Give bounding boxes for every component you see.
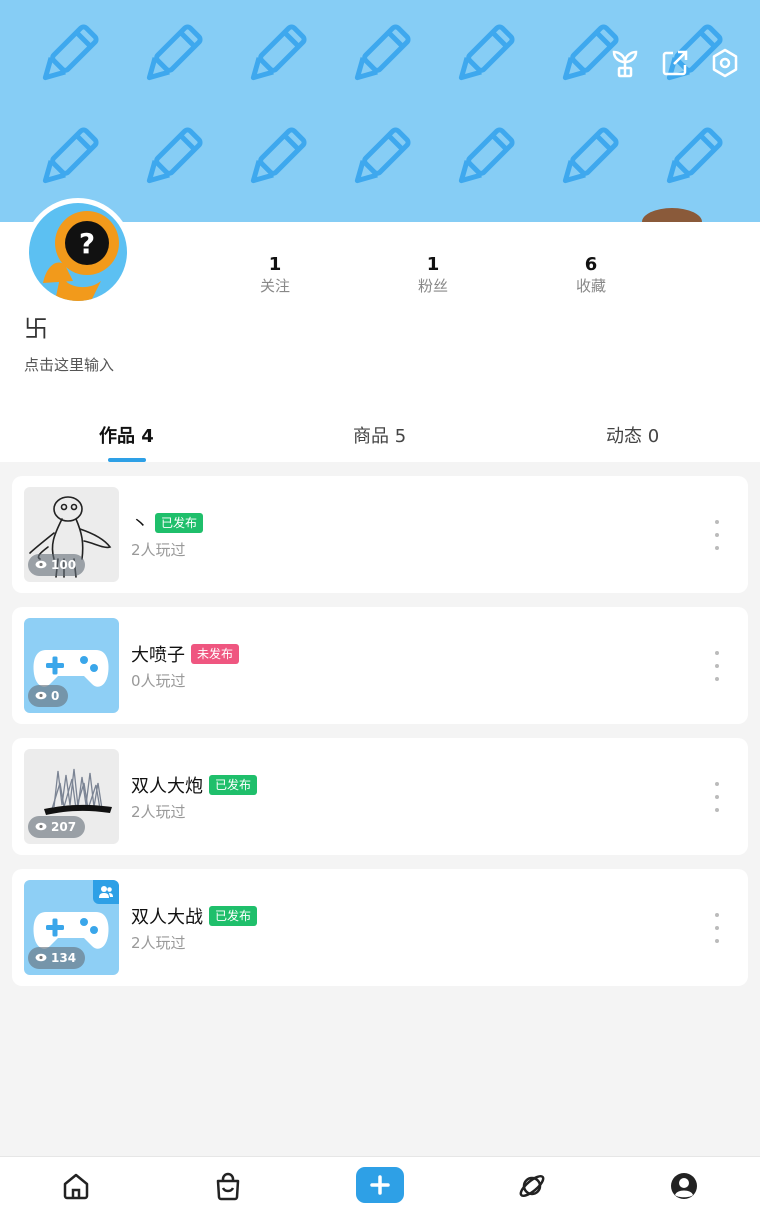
view-count-value: 134 xyxy=(51,951,77,965)
profile-icon[interactable] xyxy=(667,1169,701,1203)
status-badge: 未发布 xyxy=(191,644,240,664)
stats-row: 1 关注 1 粉丝 6 收藏 xyxy=(196,254,670,296)
tab-works[interactable]: 作品 4 xyxy=(99,422,154,448)
bottom-nav xyxy=(0,1156,760,1216)
work-title: 双人大炮 xyxy=(131,776,203,797)
stat-favorites-count: 6 xyxy=(584,254,598,275)
shop-bag-icon[interactable] xyxy=(211,1169,245,1203)
stat-followers-count: 1 xyxy=(426,254,440,275)
stat-favorites[interactable]: 6 收藏 xyxy=(512,254,670,296)
view-count: 207 xyxy=(28,816,86,838)
username: 卐 xyxy=(24,315,48,343)
work-card[interactable]: 207 双人大炮 已发布 2人玩过 xyxy=(12,738,748,855)
share-icon[interactable] xyxy=(660,46,690,80)
add-icon xyxy=(370,1175,390,1195)
stat-favorites-label: 收藏 xyxy=(575,277,606,295)
work-title: 双人大战 xyxy=(131,907,203,928)
eye-icon xyxy=(35,558,47,572)
eye-icon xyxy=(35,820,47,834)
view-count: 0 xyxy=(28,685,69,707)
work-title: 丶 xyxy=(131,514,149,535)
add-button[interactable] xyxy=(356,1167,404,1203)
view-count: 134 xyxy=(28,947,86,969)
avatar[interactable]: ? xyxy=(24,198,132,306)
status-badge: 已发布 xyxy=(155,513,204,533)
work-card[interactable]: 100 丶 已发布 2人玩过 xyxy=(12,476,748,593)
more-options-icon[interactable] xyxy=(710,651,724,681)
work-thumbnail: 0 xyxy=(24,618,119,713)
sprout-icon[interactable] xyxy=(610,46,640,80)
work-thumbnail: 134 xyxy=(24,880,119,975)
profile-banner xyxy=(0,0,760,222)
stat-followers[interactable]: 1 粉丝 xyxy=(354,254,512,296)
tab-products[interactable]: 商品 5 xyxy=(353,422,406,448)
stat-following-label: 关注 xyxy=(259,277,290,295)
planet-icon[interactable] xyxy=(515,1169,549,1203)
eye-icon xyxy=(35,689,47,703)
work-thumbnail: 207 xyxy=(24,749,119,844)
svg-text:?: ? xyxy=(79,227,95,260)
status-badge: 已发布 xyxy=(209,906,258,926)
tab-indicator xyxy=(108,458,146,462)
more-options-icon[interactable] xyxy=(710,520,724,550)
play-count: 2人玩过 xyxy=(131,541,186,559)
home-icon[interactable] xyxy=(59,1169,93,1203)
view-count-value: 0 xyxy=(51,689,60,703)
stat-followers-label: 粉丝 xyxy=(417,277,448,295)
work-card[interactable]: 0 大喷子 未发布 0人玩过 xyxy=(12,607,748,724)
play-count: 2人玩过 xyxy=(131,934,186,952)
pencil-pattern xyxy=(0,0,760,222)
eye-icon xyxy=(35,951,47,965)
status-badge: 已发布 xyxy=(209,775,258,795)
tab-activity[interactable]: 动态 0 xyxy=(606,422,659,448)
work-card[interactable]: 134 双人大战 已发布 2人玩过 xyxy=(12,869,748,986)
works-list: 100 丶 已发布 2人玩过 0 大喷子 未发布 0人玩过 207 双人大炮 已… xyxy=(12,476,748,1000)
tab-bar: 作品 4 商品 5 动态 0 xyxy=(0,394,760,462)
view-count-value: 207 xyxy=(51,820,77,834)
stat-following[interactable]: 1 关注 xyxy=(196,254,354,296)
more-options-icon[interactable] xyxy=(710,782,724,812)
multiplayer-icon xyxy=(93,880,119,904)
play-count: 0人玩过 xyxy=(131,672,186,690)
view-count: 100 xyxy=(28,554,86,576)
bio-input[interactable]: 点击这里输入 xyxy=(24,354,114,375)
work-title: 大喷子 xyxy=(131,645,185,666)
profile-section: ? 1 关注 1 粉丝 6 收藏 卐 点击这里输入 作品 4 商品 5 动态 0 xyxy=(0,198,760,462)
view-count-value: 100 xyxy=(51,558,77,572)
settings-icon[interactable] xyxy=(710,46,740,80)
work-thumbnail: 100 xyxy=(24,487,119,582)
play-count: 2人玩过 xyxy=(131,803,186,821)
stat-following-count: 1 xyxy=(268,254,282,275)
more-options-icon[interactable] xyxy=(710,913,724,943)
